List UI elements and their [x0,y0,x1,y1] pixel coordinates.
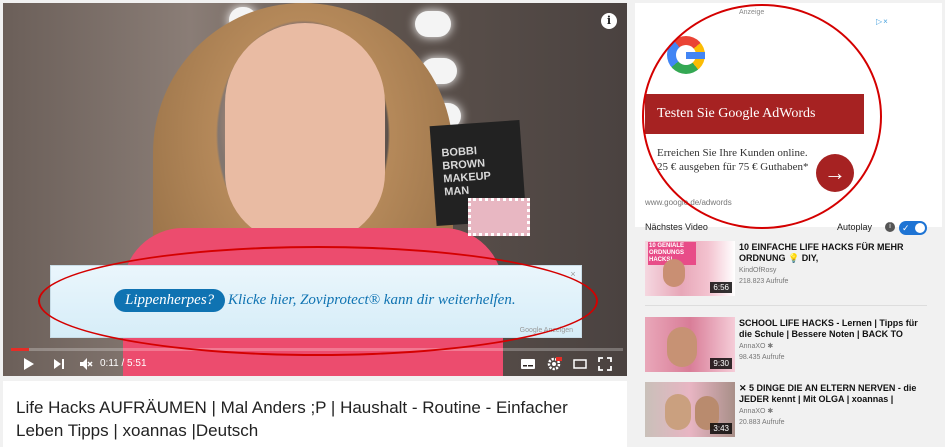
next-icon[interactable] [53,356,65,372]
view-count: 218.823 Aufrufe [739,278,789,285]
divider [645,305,927,306]
view-count: 20.883 Aufrufe [739,419,785,426]
video-thumbnail[interactable]: 3:43 [645,382,735,437]
channel-name[interactable]: AnnaXO ✱ [739,407,773,417]
thumbnail-person [667,327,697,367]
autoplay-toggle[interactable] [899,221,927,235]
ad-choices-icon[interactable]: ▷× [876,17,898,29]
video-title: Life Hacks AUFRÄUMEN | Mal Anders ;P | H… [16,398,568,440]
view-count: 98.435 Aufrufe [739,354,785,361]
play-icon[interactable] [23,356,35,372]
video-item-title[interactable]: 10 EINFACHE LIFE HACKS FÜR MEHR ORDNUNG … [739,242,929,264]
info-icon[interactable]: i [885,222,895,232]
theater-mode-icon[interactable] [572,356,588,372]
list-item[interactable]: 3:43 ✕ 5 DINGE DIE AN ELTERN NERVEN - di… [645,382,935,440]
thumbnail-person [663,259,685,287]
time-display: 0:11 / 5:51 [100,358,147,369]
duration-badge: 3:43 [710,423,732,434]
fullscreen-icon[interactable] [597,356,613,372]
duration-badge: 6:56 [710,282,732,293]
autoplay-label: Autoplay [837,222,873,232]
list-item[interactable]: 10 GENIALE ORDNUNGS HACKS! 6:56 10 EINFA… [645,241,935,299]
person-face [225,23,385,243]
info-icon[interactable]: i [601,13,617,29]
next-video-heading: Nächstes Video [645,222,708,232]
thumbnail-person [665,394,691,430]
video-thumbnail[interactable]: 10 GENIALE ORDNUNGS HACKS! 6:56 [645,241,735,296]
gift-box [468,198,530,236]
duration-badge: 9:30 [710,358,732,369]
settings-icon[interactable] [546,356,562,372]
mute-icon[interactable] [79,356,93,372]
video-thumbnail[interactable]: 9:30 [645,317,735,372]
subtitles-icon[interactable] [520,356,536,372]
highlight-ellipse [38,246,598,356]
channel-name[interactable]: KindOfRosy [739,266,776,276]
channel-name[interactable]: AnnaXO ✱ [739,342,773,352]
mirror-bulb [415,11,451,37]
video-item-title[interactable]: ✕ 5 DINGE DIE AN ELTERN NERVEN - die JED… [739,383,929,405]
page: BOBBI BROWN MAKEUP MAN i Lippenherpes? K… [0,0,945,447]
highlight-ellipse [642,4,882,229]
progress-fill [11,348,30,351]
list-item[interactable]: 9:30 SCHOOL LIFE HACKS - Lernen | Tipps … [645,317,935,375]
video-item-title[interactable]: SCHOOL LIFE HACKS - Lernen | Tipps für d… [739,318,929,340]
video-title-panel: Life Hacks AUFRÄUMEN | Mal Anders ;P | H… [3,381,627,447]
